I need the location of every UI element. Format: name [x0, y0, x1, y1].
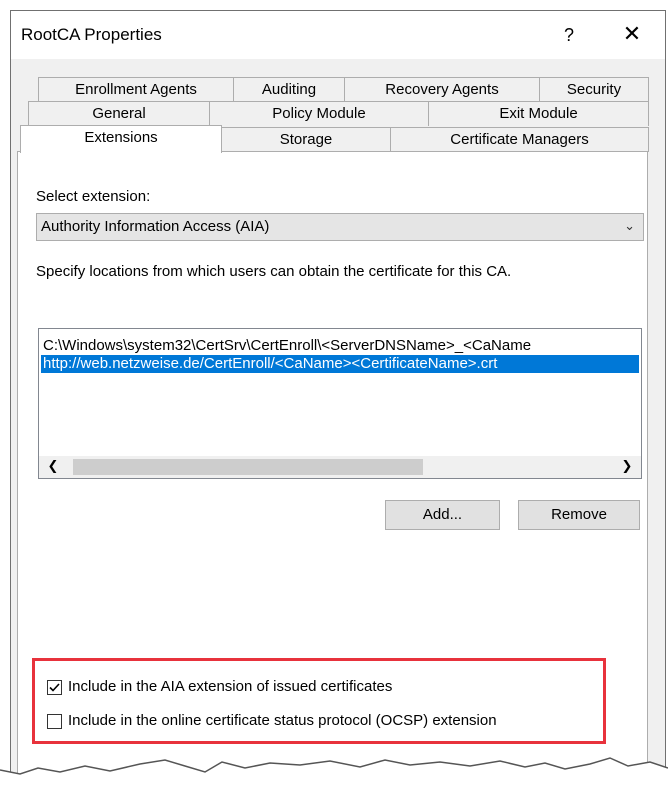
- tab-exit-module[interactable]: Exit Module: [428, 101, 649, 126]
- window-title: RootCA Properties: [21, 25, 162, 44]
- ocsp-checkbox[interactable]: [47, 714, 62, 729]
- scrollbar-thumb[interactable]: [73, 459, 423, 475]
- aia-checkbox-label[interactable]: Include in the AIA extension of issued c…: [68, 678, 392, 695]
- aia-checkbox[interactable]: [47, 680, 62, 695]
- scroll-left-icon[interactable]: ❮: [43, 456, 63, 478]
- list-item[interactable]: C:\Windows\system32\CertSrv\CertEnroll\<…: [41, 337, 531, 355]
- chevron-down-icon: ⌄: [624, 219, 635, 234]
- description-text: Specify locations from which users can o…: [36, 263, 512, 280]
- extension-dropdown-value: Authority Information Access (AIA): [41, 218, 270, 235]
- close-button[interactable]: ✕: [609, 19, 655, 51]
- highlight-box: [32, 658, 606, 744]
- torn-edge: [0, 757, 668, 785]
- tab-security[interactable]: Security: [539, 77, 649, 102]
- locations-listbox[interactable]: C:\Windows\system32\CertSrv\CertEnroll\<…: [38, 328, 642, 479]
- list-item-selected[interactable]: http://web.netzweise.de/CertEnroll/<CaNa…: [41, 355, 639, 373]
- horizontal-scrollbar[interactable]: ❮ ❯: [39, 456, 641, 478]
- select-extension-label: Select extension:: [36, 188, 151, 205]
- check-icon: [49, 683, 60, 692]
- remove-button[interactable]: Remove: [518, 500, 640, 530]
- ocsp-checkbox-label[interactable]: Include in the online certificate status…: [68, 712, 497, 729]
- add-button[interactable]: Add...: [385, 500, 500, 530]
- tab-recovery-agents[interactable]: Recovery Agents: [344, 77, 540, 102]
- scroll-right-icon[interactable]: ❯: [617, 456, 637, 478]
- extension-dropdown[interactable]: Authority Information Access (AIA) ⌄: [36, 213, 644, 241]
- help-button[interactable]: ?: [551, 19, 587, 51]
- tab-policy-module[interactable]: Policy Module: [209, 101, 429, 126]
- tab-enrollment-agents[interactable]: Enrollment Agents: [38, 77, 234, 102]
- tab-certificate-managers[interactable]: Certificate Managers: [390, 127, 649, 152]
- tab-extensions[interactable]: Extensions: [20, 125, 222, 153]
- title-bar: RootCA Properties ? ✕: [11, 11, 665, 59]
- tab-general[interactable]: General: [28, 101, 210, 126]
- tab-auditing[interactable]: Auditing: [233, 77, 345, 102]
- tab-storage[interactable]: Storage: [221, 127, 391, 152]
